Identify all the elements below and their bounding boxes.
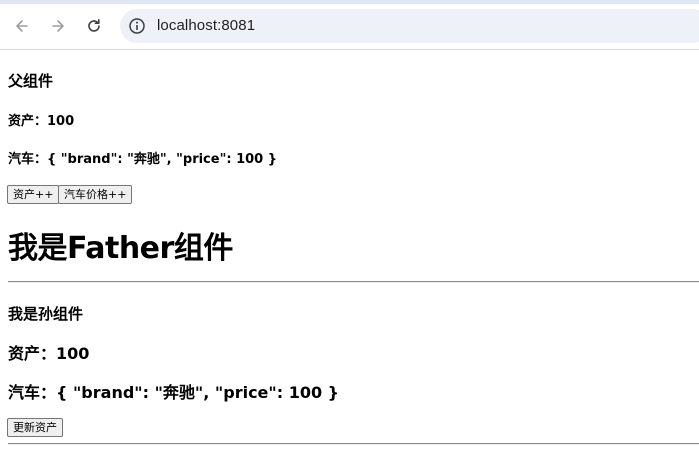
reload-button[interactable] [80, 12, 108, 40]
page-content: 父组件 资产：100 汽车：{ "brand": "奔驰", "price": … [0, 50, 699, 468]
browser-toolbar: localhost:8081 [0, 0, 699, 50]
car-price-increment-button[interactable]: 汽车价格++ [58, 185, 133, 204]
arrow-right-icon [52, 20, 64, 32]
divider [8, 281, 699, 283]
back-button[interactable] [8, 12, 36, 40]
arrow-left-icon [16, 20, 28, 32]
address-bar[interactable]: localhost:8081 [120, 9, 699, 43]
reload-icon [88, 19, 100, 32]
url-text[interactable]: localhost:8081 [157, 17, 255, 34]
father-component-title: 我是Father组件 [8, 231, 233, 266]
update-assets-button[interactable]: 更新资产 [7, 418, 63, 437]
grandchild-component-title: 我是孙组件 [8, 305, 84, 323]
site-info-icon[interactable] [128, 17, 146, 35]
grandchild-assets-text: 资产：100 [8, 344, 90, 363]
parent-car-text: 汽车：{ "brand": "奔驰", "price": 100 } [8, 152, 277, 167]
forward-button[interactable] [44, 12, 72, 40]
divider [8, 443, 699, 445]
grandchild-car-text: 汽车：{ "brand": "奔驰", "price": 100 } [8, 383, 340, 402]
parent-component-title: 父组件 [8, 72, 54, 90]
assets-increment-button[interactable]: 资产++ [7, 185, 60, 204]
parent-assets-text: 资产：100 [8, 114, 75, 129]
